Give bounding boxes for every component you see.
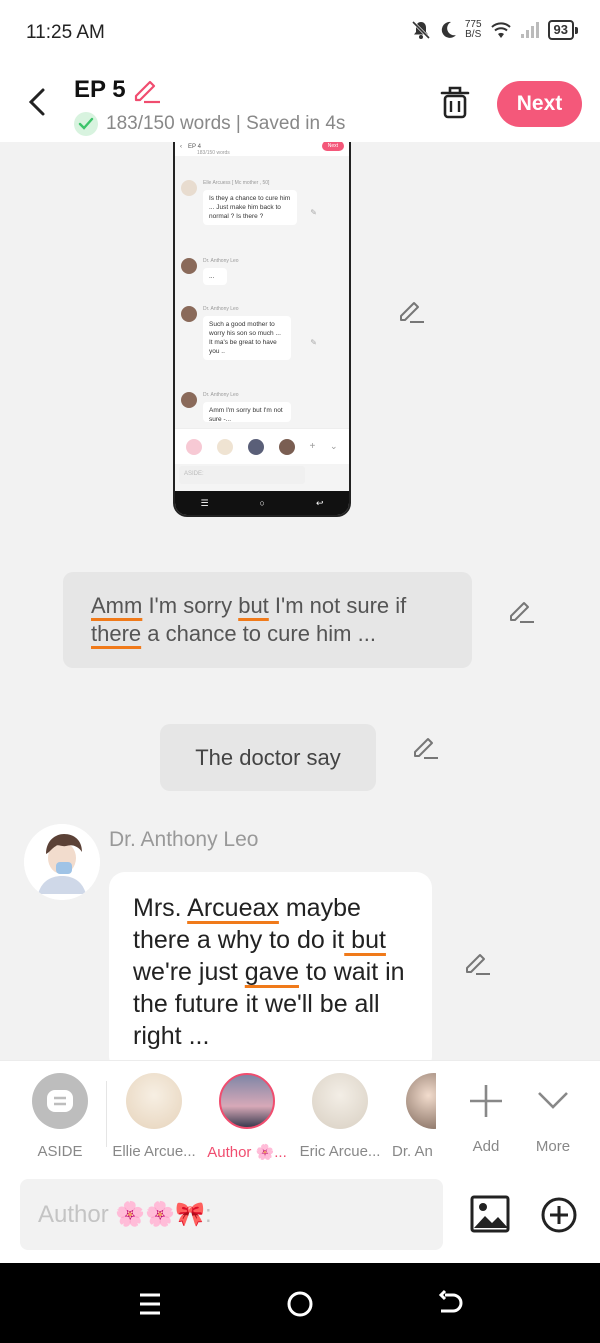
wifi-icon bbox=[490, 22, 511, 38]
character-dr-anthony[interactable]: Dr. An bbox=[392, 1073, 436, 1160]
avatar bbox=[406, 1073, 436, 1129]
add-circle-icon[interactable] bbox=[540, 1196, 578, 1234]
avatar bbox=[126, 1073, 182, 1129]
aside-icon bbox=[32, 1073, 88, 1129]
avatar bbox=[219, 1073, 275, 1129]
message-composer bbox=[0, 1167, 600, 1263]
character-aside[interactable]: ASIDE bbox=[30, 1073, 90, 1160]
battery-indicator: 93 bbox=[547, 20, 579, 40]
chevron-down-icon bbox=[538, 1092, 568, 1109]
back-button[interactable] bbox=[22, 84, 52, 120]
back-nav-icon[interactable] bbox=[435, 1289, 465, 1319]
trash-icon[interactable] bbox=[438, 84, 472, 120]
plus-icon bbox=[470, 1085, 502, 1117]
avatar bbox=[312, 1073, 368, 1129]
avatar[interactable] bbox=[24, 824, 100, 900]
menu-icon[interactable] bbox=[135, 1289, 165, 1319]
moon-icon bbox=[441, 21, 456, 38]
embedded-screenshot-image[interactable]: ‹ EP 4 Next 183/150 words Elle Arcuess [… bbox=[173, 142, 351, 517]
edit-message-pencil-icon[interactable] bbox=[398, 296, 426, 324]
mute-bell-icon bbox=[411, 20, 430, 40]
divider bbox=[106, 1081, 107, 1147]
chevron-left-icon bbox=[28, 88, 45, 116]
message-input[interactable] bbox=[20, 1179, 443, 1250]
character-portrait-icon bbox=[24, 824, 100, 900]
status-bar: 11:25 AM 775 B/S 93 bbox=[0, 0, 600, 66]
edit-message-pencil-icon[interactable] bbox=[412, 732, 440, 760]
character-message-bubble[interactable]: Mrs. Arcueax maybe there a why to do it … bbox=[109, 872, 432, 1060]
aside-message-bubble[interactable]: Amm I'm sorry but I'm not sure if there … bbox=[63, 572, 472, 668]
chat-area[interactable]: ‹ EP 4 Next 183/150 words Elle Arcuess [… bbox=[0, 142, 600, 1060]
check-icon bbox=[74, 112, 98, 136]
character-ellie[interactable]: Ellie Arcue... bbox=[112, 1073, 196, 1160]
character-selector-bar: ASIDE Ellie Arcue... Author 🌸... Eric Ar… bbox=[0, 1060, 600, 1167]
home-icon[interactable] bbox=[285, 1289, 315, 1319]
edit-message-pencil-icon[interactable] bbox=[464, 948, 492, 976]
pencil-icon[interactable] bbox=[132, 76, 162, 104]
system-navigation-bar bbox=[0, 1263, 600, 1343]
clock: 11:25 AM bbox=[26, 22, 105, 43]
image-icon[interactable] bbox=[470, 1195, 510, 1233]
edit-message-pencil-icon[interactable] bbox=[508, 596, 536, 624]
more-button[interactable]: More bbox=[528, 1073, 578, 1155]
character-author[interactable]: Author 🌸... bbox=[204, 1073, 290, 1161]
word-count-status: 183/150 words | Saved in 4s bbox=[74, 112, 345, 136]
add-character-button[interactable]: Add bbox=[462, 1073, 510, 1155]
network-speed: 775 B/S bbox=[464, 19, 482, 40]
episode-title[interactable]: EP 5 bbox=[74, 76, 162, 104]
editor-header: EP 5 183/150 words | Saved in 4s Next bbox=[0, 66, 600, 142]
character-name: Dr. Anthony Leo bbox=[109, 828, 259, 851]
signal-icon bbox=[520, 22, 539, 38]
narration-message-bubble[interactable]: The doctor say bbox=[160, 724, 376, 791]
next-button[interactable]: Next bbox=[497, 81, 582, 127]
character-eric[interactable]: Eric Arcue... bbox=[298, 1073, 382, 1160]
